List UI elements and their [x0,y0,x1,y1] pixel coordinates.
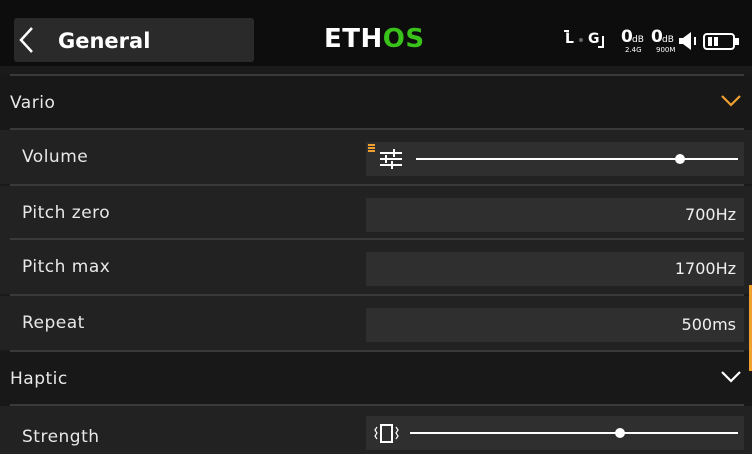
volume-slider-track[interactable] [416,158,738,160]
rssi2-unit: dB [662,35,674,45]
section-vario-label: Vario [10,93,56,113]
pitch-max-value: 1700Hz [674,259,736,278]
section-haptic[interactable]: Haptic [0,352,752,406]
rssi1-band: 2.4G [625,46,642,54]
mixer-sliders-icon [380,149,402,169]
strength-slider-knob[interactable] [614,428,625,438]
volume-slider-knob[interactable] [675,154,686,164]
pitch-zero-label: Pitch zero [22,203,111,223]
section-haptic-label: Haptic [10,369,68,389]
repeat-value: 500ms [681,315,736,334]
pitch-max-field[interactable]: 1700Hz [366,252,744,286]
battery-icon [703,33,739,50]
volume-label: Volume [22,147,89,167]
repeat-label: Repeat [22,313,85,333]
strength-label: Strength [22,427,100,447]
row-pitch-zero: Pitch zero 700Hz [0,186,752,240]
strength-control[interactable] [366,416,744,450]
pitch-max-label: Pitch max [22,257,111,277]
chevron-down-icon[interactable] [720,370,742,384]
vibration-icon [374,424,399,443]
link-icon [564,30,569,32]
rssi1-unit: dB [632,35,644,45]
top-bar: General ETHOS L G 0 dB 2.4G 0 dB 900M [0,0,752,66]
page-title: General [58,29,151,53]
edit-marker-icon [368,144,375,152]
volume-control[interactable] [366,142,744,176]
section-vario[interactable]: Vario [0,76,752,130]
ethos-logo: ETHOS [324,24,425,54]
repeat-field[interactable]: 500ms [366,308,744,342]
link-dot [579,38,583,42]
chevron-down-icon[interactable] [720,94,742,108]
logo-part-os: OS [382,24,425,54]
rssi2-band: 900M [656,46,676,54]
back-chevron-icon[interactable] [16,25,38,55]
strength-slider-track[interactable] [410,432,738,434]
speaker-icon [679,32,696,50]
row-pitch-max: Pitch max 1700Hz [0,240,752,294]
gyro-icon [598,36,604,48]
logo-part-eth: ETH [324,24,383,54]
row-strength: Strength [0,406,752,454]
row-repeat: Repeat 500ms [0,296,752,350]
pitch-zero-value: 700Hz [685,205,736,224]
pitch-zero-field[interactable]: 700Hz [366,198,744,232]
row-volume: Volume [0,130,752,184]
